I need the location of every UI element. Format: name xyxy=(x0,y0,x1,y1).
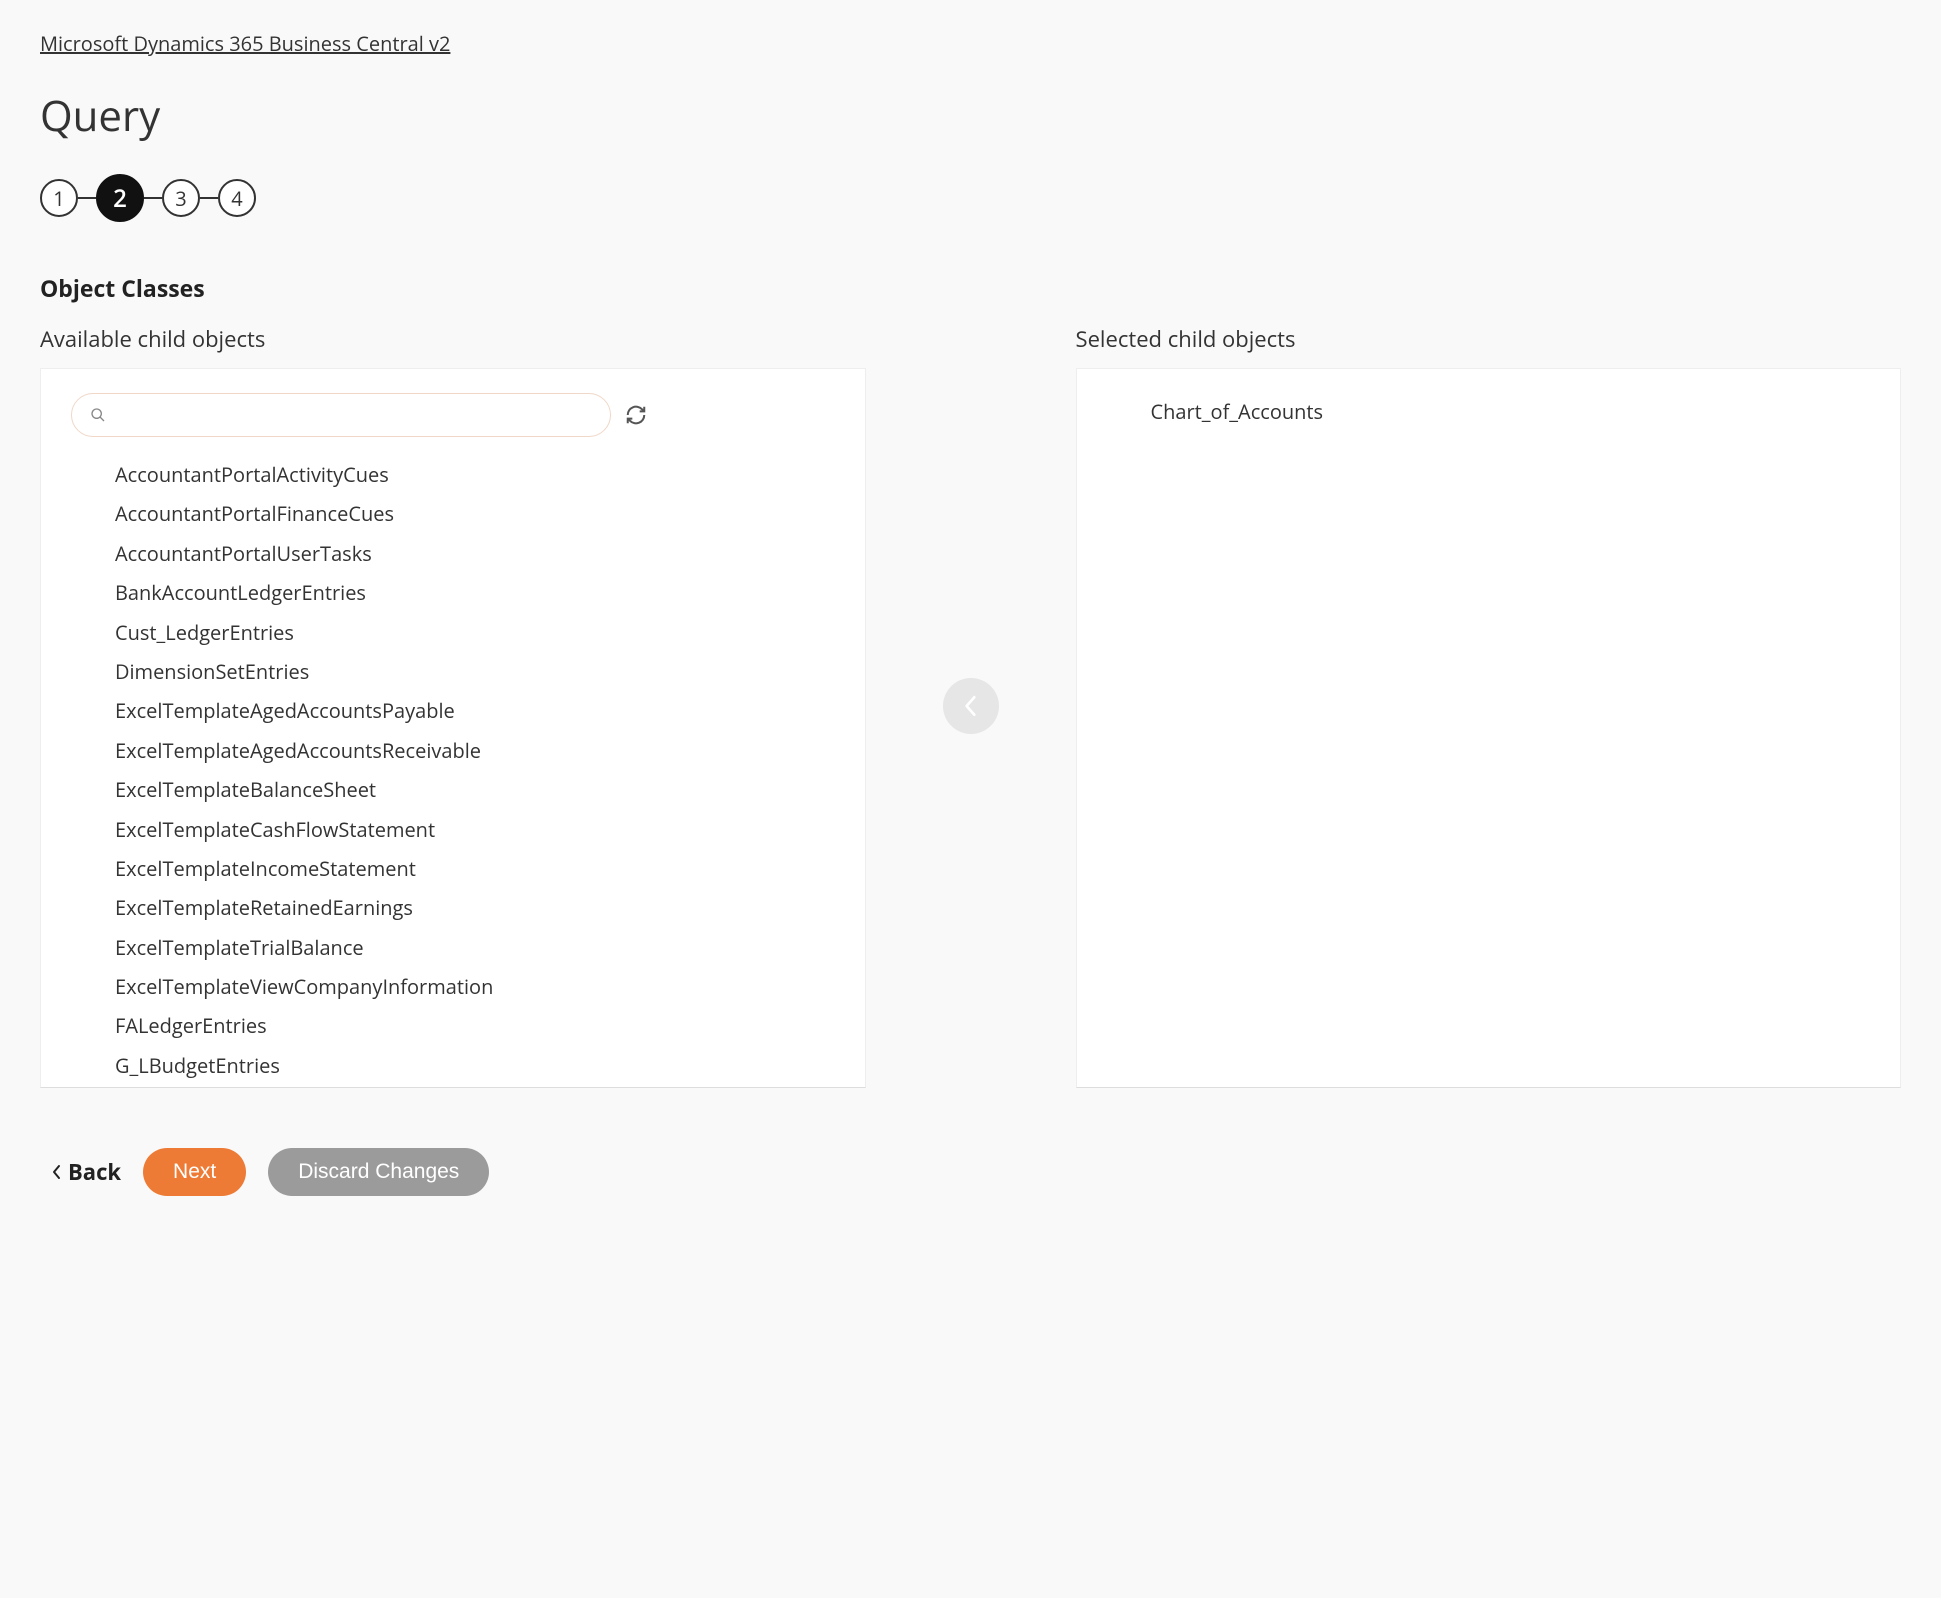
selected-list: Chart_of_Accounts xyxy=(1097,393,1881,431)
selected-title: Selected child objects xyxy=(1076,324,1902,354)
list-item[interactable]: AccountantPortalActivityCues xyxy=(115,455,845,494)
chevron-left-icon xyxy=(964,695,978,717)
list-item[interactable]: G_LBudgetEntries xyxy=(115,1046,845,1085)
search-box[interactable] xyxy=(71,393,611,437)
list-item[interactable]: AccountantPortalFinanceCues xyxy=(115,494,845,533)
back-label: Back xyxy=(68,1157,121,1187)
list-item[interactable]: FALedgerEntries xyxy=(115,1006,845,1045)
next-button[interactable]: Next xyxy=(143,1148,246,1196)
list-item[interactable]: ExcelTemplateRetainedEarnings xyxy=(115,888,845,927)
list-item[interactable]: BankAccountLedgerEntries xyxy=(115,573,845,612)
list-item[interactable]: AccountantPortalUserTasks xyxy=(115,534,845,573)
available-list: AccountantPortalActivityCues AccountantP… xyxy=(61,455,845,1085)
chevron-left-icon xyxy=(52,1164,62,1180)
back-button[interactable]: Back xyxy=(52,1157,121,1187)
available-title: Available child objects xyxy=(40,324,866,354)
breadcrumb-link[interactable]: Microsoft Dynamics 365 Business Central … xyxy=(40,30,450,57)
search-icon xyxy=(90,407,106,423)
page-title: Query xyxy=(40,87,1901,144)
step-3[interactable]: 3 xyxy=(162,179,200,217)
discard-changes-button[interactable]: Discard Changes xyxy=(268,1148,489,1196)
list-item[interactable]: ExcelTemplateAgedAccountsPayable xyxy=(115,691,845,730)
list-item[interactable]: Chart_of_Accounts xyxy=(1151,393,1881,431)
list-item[interactable]: ExcelTemplateTrialBalance xyxy=(115,928,845,967)
step-2[interactable]: 2 xyxy=(96,174,144,222)
search-input[interactable] xyxy=(116,405,592,426)
list-item[interactable]: ExcelTemplateIncomeStatement xyxy=(115,849,845,888)
step-4[interactable]: 4 xyxy=(218,179,256,217)
list-item[interactable]: Cust_LedgerEntries xyxy=(115,613,845,652)
list-item[interactable]: ExcelTemplateBalanceSheet xyxy=(115,770,845,809)
list-item[interactable]: ExcelTemplateAgedAccountsReceivable xyxy=(115,731,845,770)
move-left-button[interactable] xyxy=(943,678,999,734)
list-item[interactable]: ExcelTemplateViewCompanyInformation xyxy=(115,967,845,1006)
list-item[interactable]: ExcelTemplateCashFlowStatement xyxy=(115,810,845,849)
stepper: 1 2 3 4 xyxy=(40,174,1901,222)
step-connector xyxy=(200,197,218,199)
available-panel: AccountantPortalActivityCues AccountantP… xyxy=(40,368,866,1088)
step-connector xyxy=(78,197,96,199)
list-item[interactable]: DimensionSetEntries xyxy=(115,652,845,691)
refresh-icon[interactable] xyxy=(625,404,647,426)
step-connector xyxy=(144,197,162,199)
section-title: Object Classes xyxy=(40,272,1901,304)
step-1[interactable]: 1 xyxy=(40,179,78,217)
selected-panel: Chart_of_Accounts xyxy=(1076,368,1902,1088)
